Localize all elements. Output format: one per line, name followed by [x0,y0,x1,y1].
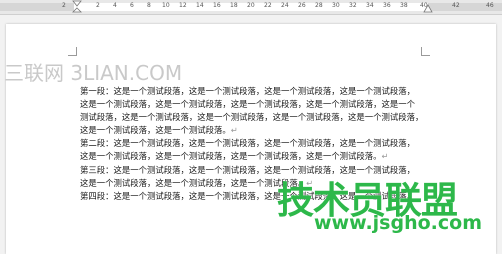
ruler-number: 20 [247,2,255,9]
ruler-number: 16 [213,2,221,9]
text-line: 这是一个测试段落，这是一个测试段落，这是一个测试段落，这是一个测试段落，这是一个 [80,99,415,110]
ruler-number: 46 [486,2,494,9]
ruler-number: 24 [281,2,289,9]
ruler-number: 34 [366,2,374,9]
ruler-number: 2 [62,2,66,9]
ruler-number: 18 [230,2,238,9]
ruler-number: 38 [400,2,408,9]
watermark-3lian: 三联网 3LIAN.COM [4,61,183,85]
text-line: 第二段：这是一个测试段落，这是一个测试段落，这是一个测试段落，这是一个测试段落， [80,138,415,149]
ruler-number: 26 [298,2,306,9]
text-area-corner-mark [421,47,430,56]
text-area-corner-mark [68,47,77,56]
text-line: 测试段落，这是一个测试段落，这是一个测试段落，这是一个测试段落，这是一个测试段落… [80,112,424,123]
ruler-number: 8 [147,2,151,9]
text-line: 这是一个测试段落，这是一个测试段落。↵ [80,125,238,136]
ruler-number: 4 [113,2,117,9]
ruler-number: 28 [315,2,323,9]
ruler-number: 2 [96,2,100,9]
watermark-jsgho: 技术员联盟 www.jsgho.com [277,170,499,238]
watermark-jsgho-url: www.jsgho.com [314,212,482,234]
horizontal-ruler[interactable]: 2 2 4 6 8 10 12 14 16 18 20 22 24 26 28 … [0,0,502,15]
paragraph-mark: ↵ [230,125,238,136]
text-line: 这是一个测试段落，这是一个测试段落，这是一个测试段落，这是一个测试段落。↵ [80,151,389,162]
ruler-number: 6 [130,2,134,9]
ruler-number: 36 [383,2,391,9]
text-line: 第一段：这是一个测试段落，这是一个测试段落，这是一个测试段落，这是一个测试段落， [80,86,415,96]
right-indent-marker[interactable] [423,4,433,14]
ruler-number: 14 [196,2,204,9]
first-line-indent-marker[interactable] [72,0,82,14]
ruler-number: 30 [332,2,340,9]
ruler-number: 10 [162,2,170,9]
ruler-number: 12 [179,2,187,9]
ruler-number: 42 [452,2,460,9]
ruler-number: 32 [349,2,357,9]
paragraph-mark: ↵ [381,151,389,162]
ruler-number: 22 [264,2,272,9]
